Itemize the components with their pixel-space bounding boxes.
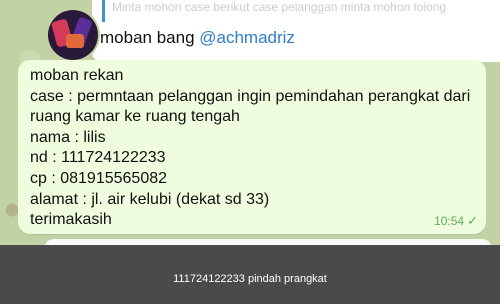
avatar-art-3: [66, 34, 84, 48]
quoted-message-preview[interactable]: Minta mohon case berikut case pelanggan …: [112, 0, 492, 14]
message-time: 10:54: [434, 214, 465, 228]
reply-message-bubble[interactable]: Minta mohon case berikut case pelanggan …: [92, 0, 500, 62]
message-bubble[interactable]: moban rekan case : permntaan pelanggan i…: [18, 60, 486, 234]
reply-text: moban bang @achmadriz: [100, 28, 295, 48]
message-text: moban rekan case : permntaan pelanggan i…: [30, 66, 470, 231]
message-line: cp : 081915565082: [30, 169, 168, 187]
check-icon: ✓: [467, 213, 478, 228]
message-line: ruang kamar ke ruang tengah: [30, 108, 240, 126]
reply-body: moban bang: [100, 28, 200, 47]
avatar[interactable]: [48, 10, 98, 60]
caption-text: 111724122233 pindah prangkat: [173, 273, 327, 285]
message-line: nama : lilis: [30, 128, 106, 146]
message-meta: 10:54 ✓: [434, 213, 478, 229]
message-line: nd : 111724122233: [30, 149, 166, 167]
message-line: alamat : jl. air kelubi (dekat sd 33): [30, 190, 270, 208]
mention-link[interactable]: @achmadriz: [199, 28, 295, 47]
message-line: case : permntaan pelanggan ingin peminda…: [30, 87, 471, 105]
quote-bar: [102, 0, 105, 22]
message-line: moban rekan: [30, 67, 124, 84]
message-line: terimakasih: [30, 211, 112, 229]
